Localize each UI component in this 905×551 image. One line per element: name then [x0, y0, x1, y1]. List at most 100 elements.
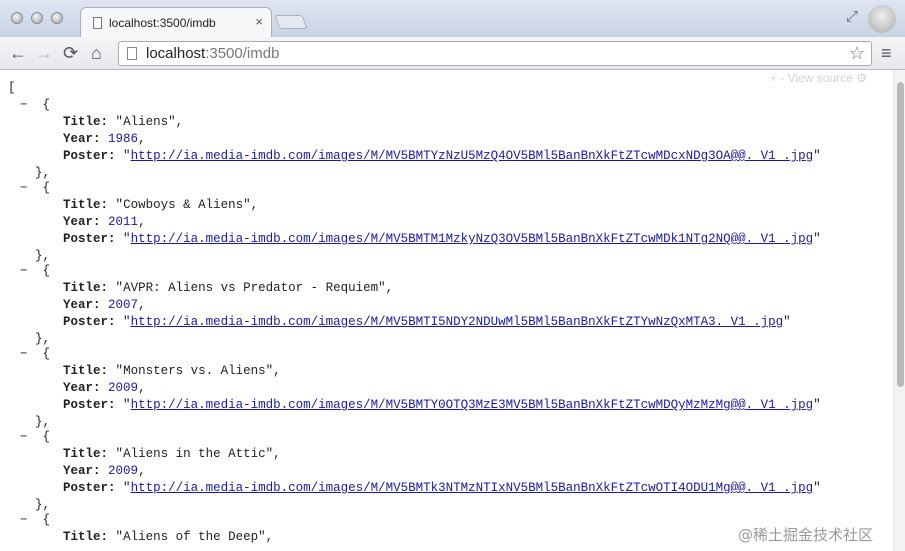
year-key: Year	[63, 215, 94, 229]
poster-key: Poster	[63, 398, 109, 412]
movie-year: 2009	[108, 381, 139, 395]
close-window-button[interactable]	[11, 12, 23, 24]
browser-toolbar: ← → ⟳ ⌂ localhost:3500/imdb ☆ ≡	[0, 37, 905, 70]
page-icon	[93, 17, 102, 29]
minimize-window-button[interactable]	[31, 12, 43, 24]
back-icon[interactable]: ←	[9, 43, 27, 63]
year-key: Year	[63, 298, 94, 312]
json-line: Poster: "http://ia.media-imdb.com/images…	[63, 315, 791, 329]
view-source-controls[interactable]: + - View source ⚙	[770, 71, 867, 85]
page-info-icon[interactable]	[127, 47, 137, 60]
json-line: − {	[20, 263, 50, 280]
forward-icon[interactable]: →	[35, 43, 53, 63]
title-key: Title	[63, 115, 101, 129]
movie-year: 2009	[108, 464, 139, 478]
window-titlebar: localhost:3500/imdb × ⤢	[0, 0, 905, 37]
movie-title: Cowboys & Aliens	[123, 198, 244, 212]
json-line: − {	[20, 512, 50, 529]
json-line: Title: "Aliens of the Deep",	[63, 530, 274, 544]
object-open-brace: {	[42, 347, 51, 361]
reload-icon[interactable]: ⟳	[63, 43, 78, 63]
poster-link[interactable]: http://ia.media-imdb.com/images/M/MV5BMT…	[131, 481, 814, 495]
object-close-brace: },	[35, 166, 51, 180]
json-line: Title: "AVPR: Aliens vs Predator - Requi…	[63, 281, 394, 295]
array-open-bracket: [	[8, 81, 16, 95]
movie-title: AVPR: Aliens vs Predator - Requiem	[123, 281, 379, 295]
json-line: Year: 2009,	[63, 464, 146, 478]
poster-key: Poster	[63, 149, 109, 163]
collapse-toggle-icon[interactable]: −	[20, 347, 28, 361]
object-open-brace: {	[42, 98, 51, 112]
collapse-toggle-icon[interactable]: −	[20, 513, 28, 527]
collapse-toggle-icon[interactable]: −	[20, 264, 28, 278]
object-open-brace: {	[42, 430, 51, 444]
object-open-brace: {	[42, 181, 51, 195]
profile-avatar-icon	[868, 5, 896, 33]
poster-key: Poster	[63, 232, 109, 246]
json-line: Title: "Aliens in the Attic",	[63, 447, 281, 461]
object-open-brace: {	[42, 264, 51, 278]
address-url[interactable]: localhost:3500/imdb	[146, 45, 279, 62]
url-path: :3500/imdb	[205, 45, 280, 62]
scrollbar-thumb[interactable]	[897, 82, 904, 387]
object-close-brace: },	[35, 498, 51, 512]
poster-key: Poster	[63, 315, 109, 329]
poster-link[interactable]: http://ia.media-imdb.com/images/M/MV5BMT…	[131, 398, 814, 412]
poster-link[interactable]: http://ia.media-imdb.com/images/M/MV5BMT…	[131, 232, 814, 246]
json-line: Poster: "http://ia.media-imdb.com/images…	[63, 232, 821, 246]
json-line: − {	[20, 97, 50, 114]
json-line: − {	[20, 346, 50, 363]
object-close-brace: },	[35, 415, 51, 429]
title-key: Title	[63, 281, 101, 295]
movie-title: Aliens	[123, 115, 169, 129]
title-key: Title	[63, 447, 101, 461]
url-host: localhost	[146, 45, 206, 62]
title-key: Title	[63, 364, 101, 378]
json-line: Poster: "http://ia.media-imdb.com/images…	[63, 398, 821, 412]
collapse-toggle-icon[interactable]: −	[20, 430, 28, 444]
json-line: Year: 1986,	[63, 132, 146, 146]
title-key: Title	[63, 530, 101, 544]
bookmark-star-icon[interactable]: ☆	[849, 43, 865, 64]
json-line: Title: "Aliens",	[63, 115, 184, 129]
movie-title: Monsters vs. Aliens	[123, 364, 266, 378]
poster-link[interactable]: http://ia.media-imdb.com/images/M/MV5BMT…	[131, 315, 784, 329]
poster-link[interactable]: http://ia.media-imdb.com/images/M/MV5BMT…	[131, 149, 814, 163]
json-line: Title: "Cowboys & Aliens",	[63, 198, 259, 212]
title-key: Title	[63, 198, 101, 212]
zoom-window-button[interactable]	[51, 12, 63, 24]
json-line: Title: "Monsters vs. Aliens",	[63, 364, 281, 378]
json-viewer: + - View source ⚙ [ − { Title: "Aliens", Y…	[0, 70, 893, 551]
poster-key: Poster	[63, 481, 109, 495]
object-close-brace: },	[35, 249, 51, 263]
json-line: Year: 2007,	[63, 298, 146, 312]
year-key: Year	[63, 464, 94, 478]
tab-title: localhost:3500/imdb	[109, 16, 216, 30]
json-line: Year: 2009,	[63, 381, 146, 395]
browser-tab[interactable]: localhost:3500/imdb ×	[80, 7, 272, 37]
object-close-brace: },	[35, 332, 51, 346]
menu-icon[interactable]: ≡	[881, 43, 892, 64]
object-open-brace: {	[42, 513, 51, 527]
json-line: − {	[20, 429, 50, 446]
movie-year: 2011	[108, 215, 139, 229]
watermark: @稀土掘金技术社区	[738, 526, 874, 544]
json-line: Poster: "http://ia.media-imdb.com/images…	[63, 149, 821, 163]
year-key: Year	[63, 381, 94, 395]
collapse-toggle-icon[interactable]: −	[20, 181, 28, 195]
movie-title: Aliens in the Attic	[123, 447, 266, 461]
movie-title: Aliens of the Deep	[123, 530, 259, 544]
new-tab-button[interactable]	[274, 15, 308, 29]
json-line: − {	[20, 180, 50, 197]
vertical-scrollbar[interactable]	[893, 70, 905, 551]
tab-close-icon[interactable]: ×	[255, 14, 263, 29]
movie-year: 1986	[108, 132, 139, 146]
movie-year: 2007	[108, 298, 139, 312]
fullscreen-icon[interactable]: ⤢	[846, 8, 858, 25]
home-icon[interactable]: ⌂	[91, 43, 102, 63]
collapse-toggle-icon[interactable]: −	[20, 98, 28, 112]
json-line: Poster: "http://ia.media-imdb.com/images…	[63, 481, 821, 495]
address-bar[interactable]: localhost:3500/imdb ☆	[118, 41, 872, 66]
json-line: Year: 2011,	[63, 215, 146, 229]
year-key: Year	[63, 132, 94, 146]
